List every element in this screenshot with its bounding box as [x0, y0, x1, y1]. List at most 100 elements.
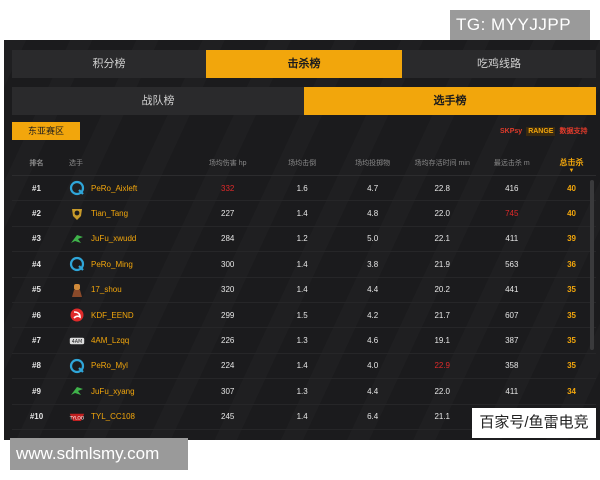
team-logo-icon — [69, 231, 85, 247]
avg-kills-cell: 1.3 — [296, 336, 308, 346]
total-kills-cell: 39 — [567, 234, 576, 244]
player-name[interactable]: Tian_Tang — [91, 209, 128, 218]
avg-kills-cell: 1.4 — [296, 412, 308, 422]
svg-text:4AM: 4AM — [72, 339, 82, 345]
header-rank[interactable]: 排名 — [12, 158, 61, 168]
player-cell: Tian_Tang — [61, 206, 189, 222]
player-name[interactable]: JuFu_xyang — [91, 387, 135, 396]
team-logo-icon — [69, 180, 85, 196]
max-kill-cell: 358 — [505, 361, 519, 371]
rank-cell: #10 — [29, 412, 44, 422]
avg-survival-cell: 22.1 — [434, 234, 451, 244]
avg-drops-cell: 4.0 — [367, 361, 379, 371]
table-row[interactable]: #4 PeRo_Ming 300 1.4 3.8 21.9 563 36 — [12, 252, 596, 278]
tab-kills[interactable]: 击杀榜 — [206, 50, 402, 78]
watermark-top: TG: MYYJJPP — [450, 10, 590, 40]
player-cell: PeRo_Aixleft — [61, 180, 189, 196]
player-name[interactable]: TYL_CC108 — [91, 412, 135, 421]
table-row[interactable]: #3 JuFu_xwudd 284 1.2 5.0 22.1 411 39 — [12, 227, 596, 253]
table-row[interactable]: #1 PeRo_Aixleft 332 1.6 4.7 22.8 416 40 — [12, 176, 596, 202]
player-name[interactable]: 17_shou — [91, 285, 122, 294]
table-row[interactable]: #6 KDF_EEND 299 1.5 4.2 21.7 607 35 — [12, 303, 596, 329]
player-cell: KDF_EEND — [61, 307, 189, 323]
avg-drops-cell: 4.4 — [367, 386, 379, 396]
tab-players[interactable]: 选手榜 — [304, 87, 596, 115]
total-kills-cell: 35 — [567, 336, 576, 346]
watermark-bottom: www.sdmlsmy.com — [10, 438, 188, 470]
avg-survival-cell: 20.2 — [434, 285, 451, 295]
player-name[interactable]: PeRo_Ming — [91, 260, 133, 269]
player-cell: TYLOO TYL_CC108 — [61, 409, 189, 425]
avg-drops-cell: 4.2 — [367, 310, 379, 320]
avg-kills-cell: 1.4 — [296, 209, 308, 219]
avg-kills-cell: 1.3 — [296, 386, 308, 396]
player-name[interactable]: PeRo_Myl — [91, 361, 128, 370]
tab-teams[interactable]: 战队榜 — [12, 87, 304, 115]
main-tabs: 积分榜 击杀榜 吃鸡线路 — [12, 50, 596, 78]
avg-kills-cell: 1.6 — [296, 183, 308, 193]
rank-cell: #7 — [32, 336, 41, 346]
header-avg-drops[interactable]: 场均投掷物 — [337, 158, 408, 168]
max-kill-cell: 563 — [505, 259, 519, 269]
scrollbar[interactable] — [590, 180, 594, 350]
table-row[interactable]: #2 Tian_Tang 227 1.4 4.8 22.0 745 40 — [12, 201, 596, 227]
avg-drops-cell: 6.4 — [367, 412, 379, 422]
header-avg-kills[interactable]: 场均击倒 — [267, 158, 338, 168]
total-kills-cell: 35 — [567, 285, 576, 295]
total-kills-cell: 40 — [567, 183, 576, 193]
total-kills-cell: 35 — [567, 361, 576, 371]
team-logo-icon — [69, 307, 85, 323]
max-kill-cell: 441 — [505, 285, 519, 295]
header-player[interactable]: 选手 — [61, 158, 189, 168]
tab-points[interactable]: 积分榜 — [12, 50, 206, 78]
player-cell: 17_shou — [61, 282, 189, 298]
header-avg-survival[interactable]: 场均存活时间 min — [408, 158, 477, 168]
total-kills-cell: 35 — [567, 310, 576, 320]
avg-drops-cell: 4.7 — [367, 183, 379, 193]
header-total-kills[interactable]: 总击杀 ▼ — [547, 157, 596, 174]
player-name[interactable]: PeRo_Aixleft — [91, 184, 137, 193]
player-name[interactable]: 4AM_Lzqq — [91, 336, 129, 345]
table-row[interactable]: #9 JuFu_xyang 307 1.3 4.4 22.0 411 34 — [12, 379, 596, 405]
max-kill-cell: 416 — [505, 183, 519, 193]
region-button[interactable]: 东亚赛区 — [12, 122, 80, 140]
header-max-kill[interactable]: 最远击杀 m — [477, 158, 548, 168]
avg-damage-cell: 332 — [221, 183, 235, 193]
tab-route[interactable]: 吃鸡线路 — [402, 50, 596, 78]
player-cell: PeRo_Myl — [61, 358, 189, 374]
rank-cell: #6 — [32, 310, 41, 320]
sub-tabs: 战队榜 选手榜 — [12, 87, 596, 115]
avg-damage-cell: 307 — [221, 386, 235, 396]
table-row[interactable]: #7 4AM 4AM_Lzqq 226 1.3 4.6 19.1 387 35 — [12, 328, 596, 354]
table-row[interactable]: #5 17_shou 320 1.4 4.4 20.2 441 35 — [12, 278, 596, 303]
avg-kills-cell: 1.4 — [296, 361, 308, 371]
avg-damage-cell: 300 — [221, 259, 235, 269]
player-cell: JuFu_xwudd — [61, 231, 189, 247]
player-name[interactable]: JuFu_xwudd — [91, 234, 136, 243]
player-name[interactable]: KDF_EEND — [91, 311, 134, 320]
player-cell: PeRo_Ming — [61, 256, 189, 272]
table-header: 排名 选手 场均伤害 hp 场均击倒 场均投掷物 场均存活时间 min 最远击杀… — [12, 150, 596, 176]
header-avg-damage[interactable]: 场均伤害 hp — [189, 158, 267, 168]
table-row[interactable]: #8 PeRo_Myl 224 1.4 4.0 22.9 358 35 — [12, 354, 596, 380]
rank-cell: #4 — [32, 259, 41, 269]
sponsor-text: 数据支持 — [559, 128, 588, 135]
rank-cell: #1 — [32, 183, 41, 193]
total-kills-cell: 40 — [567, 209, 576, 219]
leaderboard-panel: 积分榜 击杀榜 吃鸡线路 战队榜 选手榜 东亚赛区 SKPsy RANGE 数据… — [4, 40, 600, 440]
avg-survival-cell: 21.7 — [434, 310, 451, 320]
team-logo-icon: 4AM — [69, 333, 85, 349]
sponsor-logo2-icon: RANGE — [526, 126, 556, 136]
avg-survival-cell: 21.9 — [434, 259, 451, 269]
sponsor-credit: SKPsy RANGE 数据支持 — [500, 123, 587, 139]
team-logo-icon — [69, 383, 85, 399]
total-kills-cell: 36 — [567, 259, 576, 269]
table-body: #1 PeRo_Aixleft 332 1.6 4.7 22.8 416 40 … — [12, 176, 596, 430]
rank-cell: #2 — [32, 209, 41, 219]
avg-drops-cell: 4.4 — [367, 285, 379, 295]
player-cell: JuFu_xyang — [61, 383, 189, 399]
team-logo-icon — [69, 256, 85, 272]
rank-cell: #9 — [32, 386, 41, 396]
avg-drops-cell: 4.8 — [367, 209, 379, 219]
max-kill-cell: 607 — [505, 310, 519, 320]
